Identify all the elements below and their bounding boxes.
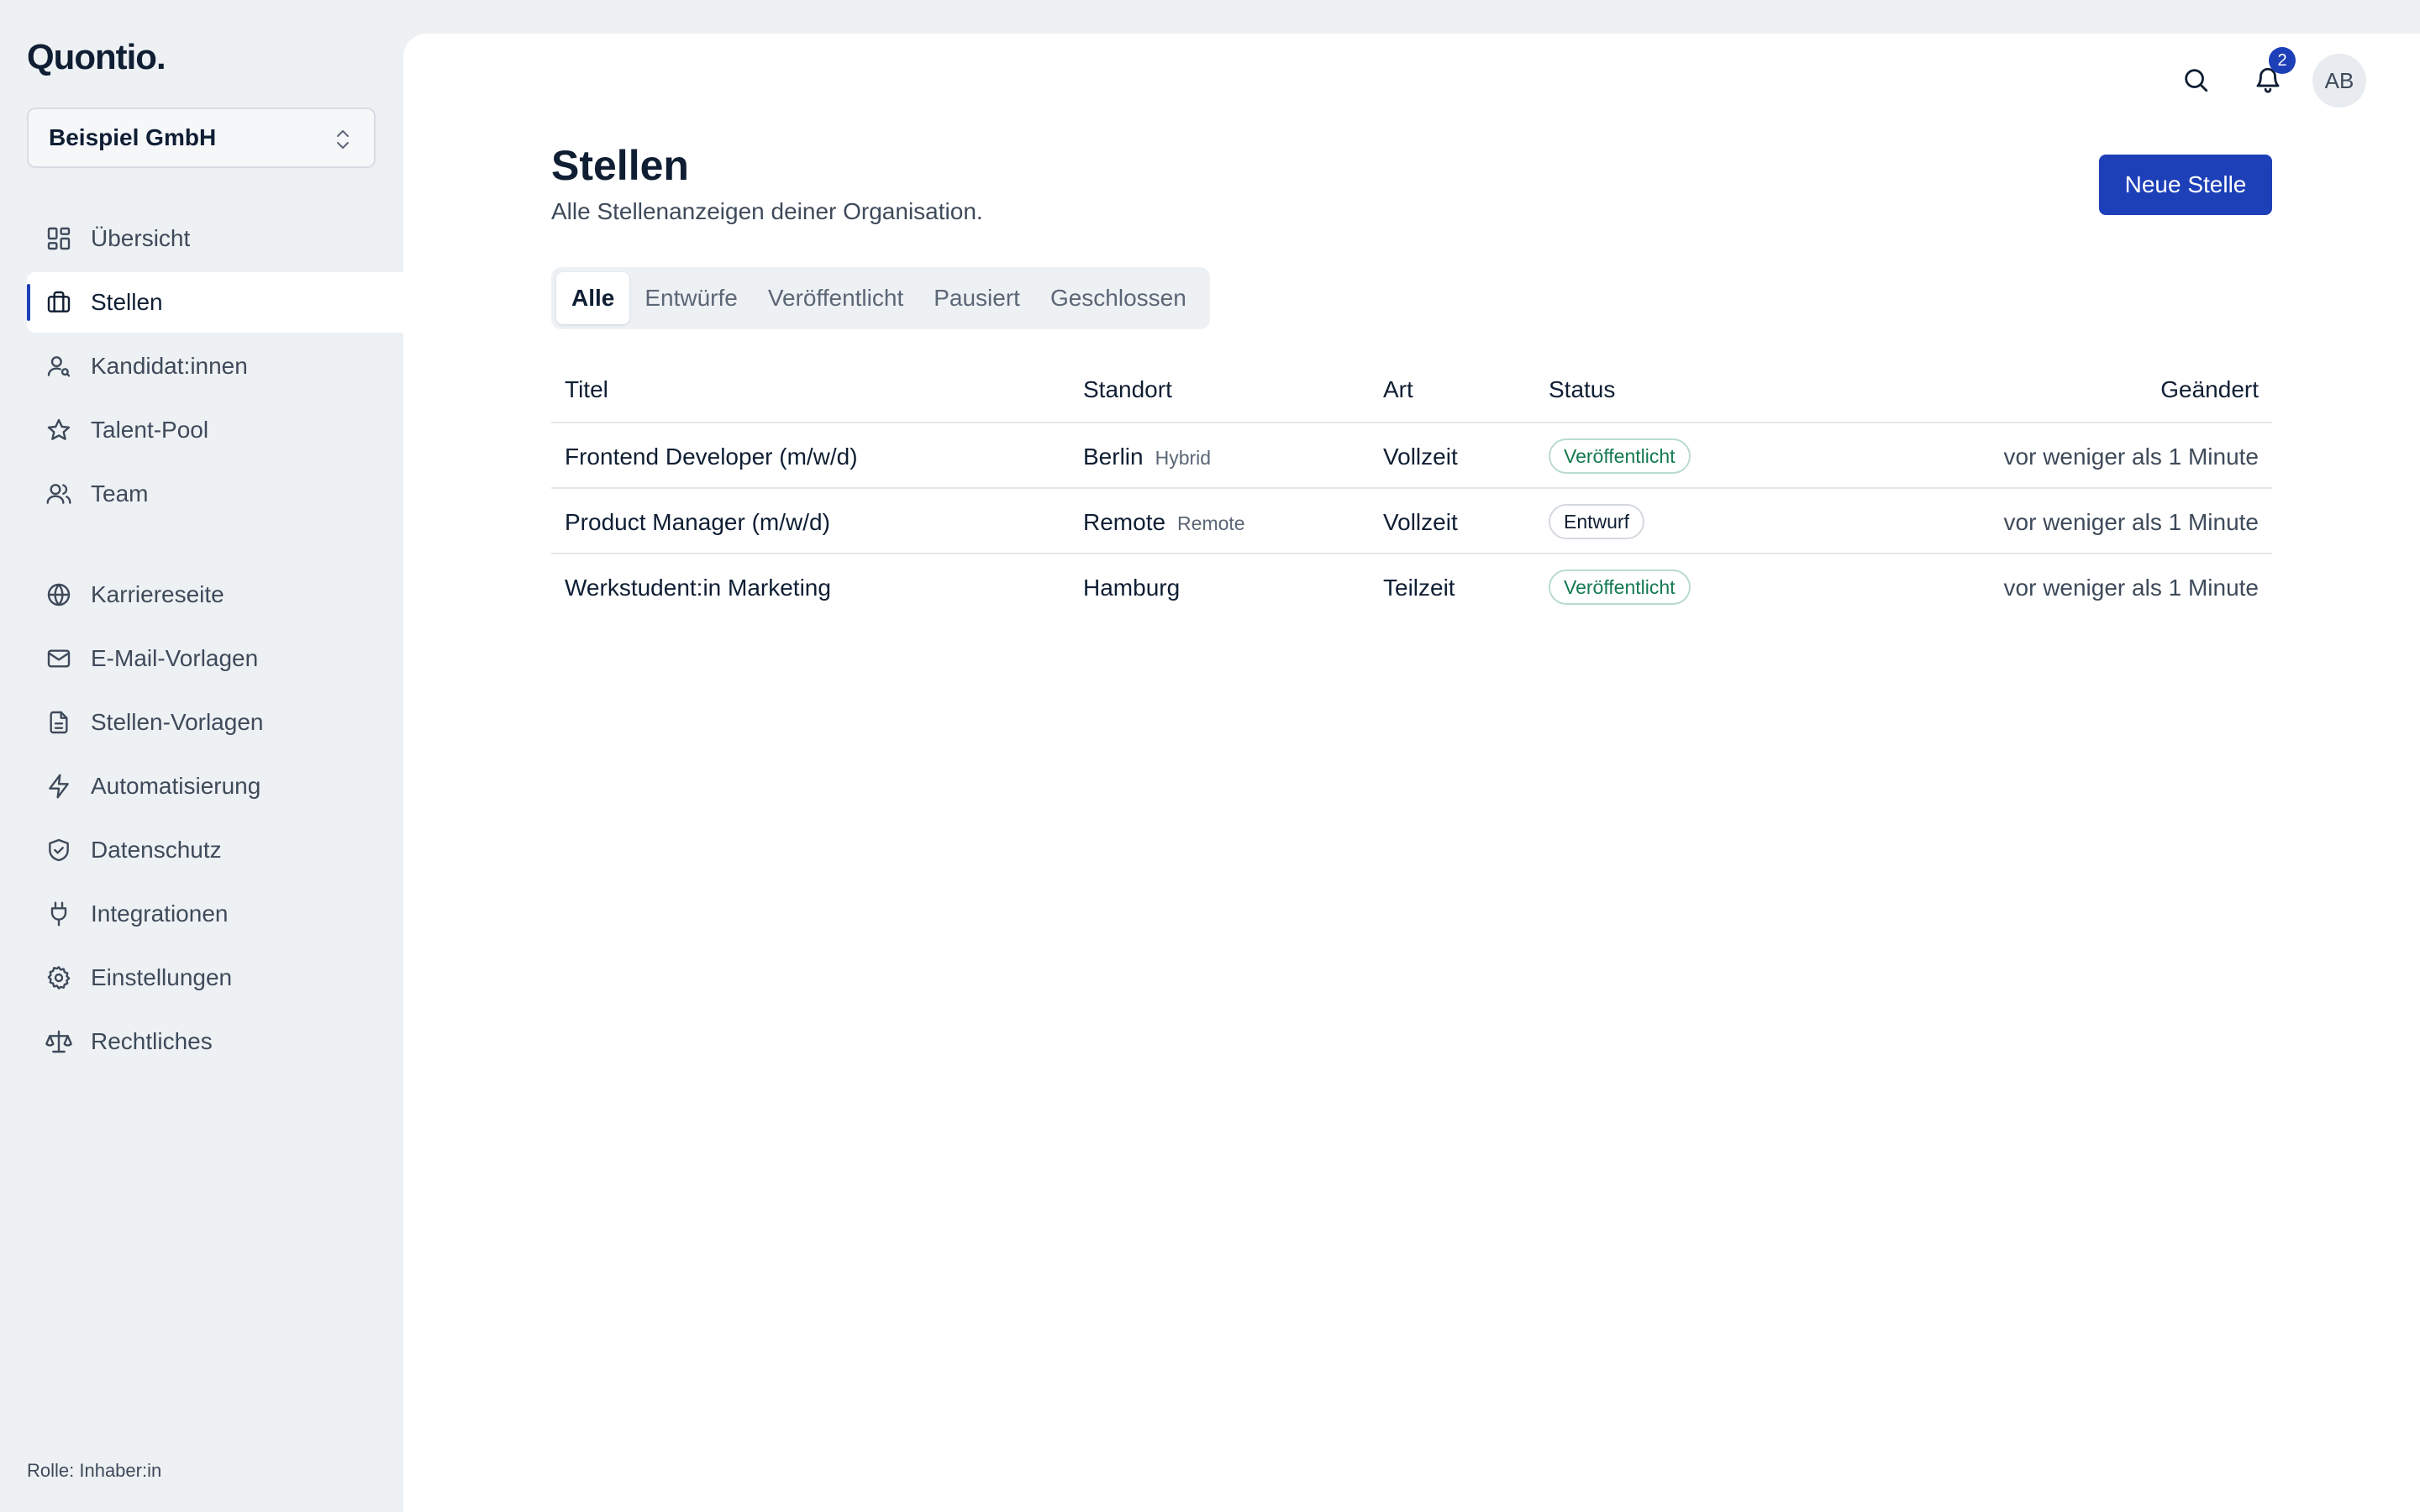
star-icon xyxy=(45,417,72,444)
job-changed: vor weniger als 1 Minute xyxy=(2003,575,2259,601)
sidebar-item-einstellungen[interactable]: Einstellungen xyxy=(27,948,403,1008)
table-row[interactable]: Werkstudent:in Marketing Hamburg Teilzei… xyxy=(551,554,2272,620)
page-subtitle: Alle Stellenanzeigen deiner Organisation… xyxy=(551,198,983,224)
job-title[interactable]: Product Manager (m/w/d) xyxy=(565,509,830,536)
globe-icon xyxy=(45,581,72,608)
sidebar-item-stellen[interactable]: Stellen xyxy=(27,272,403,333)
sidebar-item-team[interactable]: Team xyxy=(27,464,403,524)
tab-alle[interactable]: Alle xyxy=(556,272,630,324)
sidebar-item-rechtliches[interactable]: Rechtliches xyxy=(27,1011,403,1072)
job-location: Berlin Hybrid xyxy=(1083,444,1211,470)
work-mode: Remote xyxy=(1177,512,1245,534)
sidebar-item-label: Stellen xyxy=(91,289,163,315)
column-header-standort[interactable]: Standort xyxy=(1083,376,1172,403)
sidebar-item-label: Übersicht xyxy=(91,225,191,251)
sidebar-item-label: Team xyxy=(91,480,149,507)
column-header-art[interactable]: Art xyxy=(1383,376,1413,403)
sidebar-item-label: Datenschutz xyxy=(91,837,222,863)
sidebar-item-datenschutz[interactable]: Datenschutz xyxy=(27,820,403,880)
sidebar-item-stellen-vorlagen[interactable]: Stellen-Vorlagen xyxy=(27,692,403,753)
sidebar-item-automatisierung[interactable]: Automatisierung xyxy=(27,756,403,816)
mail-icon xyxy=(45,645,72,672)
sidebar-item-kandidatinnen[interactable]: Kandidat:innen xyxy=(27,336,403,396)
jobs-table: Titel Standort Art Status Geändert Front… xyxy=(551,360,2272,620)
tab-geschlossen[interactable]: Geschlossen xyxy=(1035,272,1202,324)
briefcase-icon xyxy=(45,289,72,316)
zap-icon xyxy=(45,773,72,800)
tab-veroeffentlicht[interactable]: Veröffentlicht xyxy=(753,272,918,324)
organization-select[interactable]: Beispiel GmbH xyxy=(27,108,376,168)
chevron-up-down-icon xyxy=(337,130,349,149)
work-mode: Hybrid xyxy=(1155,447,1212,469)
sidebar-item-label: Rechtliches xyxy=(91,1028,213,1054)
sidebar-item-talent-pool[interactable]: Talent-Pool xyxy=(27,400,403,460)
job-type: Vollzeit xyxy=(1383,509,1458,535)
notification-count-badge: 2 xyxy=(2269,47,2296,74)
column-header-titel[interactable]: Titel xyxy=(565,376,608,403)
job-changed: vor weniger als 1 Minute xyxy=(2003,444,2259,470)
users-icon xyxy=(45,480,72,507)
scale-icon xyxy=(45,1028,72,1055)
tab-entwuerfe[interactable]: Entwürfe xyxy=(629,272,753,324)
user-search-icon xyxy=(45,353,72,380)
sidebar-item-integrationen[interactable]: Integrationen xyxy=(27,884,403,944)
plug-icon xyxy=(45,900,72,927)
new-job-button[interactable]: Neue Stelle xyxy=(2099,155,2272,215)
tab-pausiert[interactable]: Pausiert xyxy=(918,272,1035,324)
table-row[interactable]: Product Manager (m/w/d) Remote Remote Vol… xyxy=(551,489,2272,554)
sidebar-item-label: Stellen-Vorlagen xyxy=(91,709,264,735)
app-logo[interactable]: Quontio. xyxy=(27,37,166,77)
column-header-geaendert[interactable]: Geändert xyxy=(2160,376,2259,403)
sidebar-item-label: Kandidat:innen xyxy=(91,353,248,379)
job-type: Vollzeit xyxy=(1383,444,1458,470)
location-city: Berlin xyxy=(1083,444,1144,470)
search-button[interactable] xyxy=(2181,66,2210,98)
status-badge: Veröffentlicht xyxy=(1549,438,1691,474)
location-city: Remote xyxy=(1083,509,1166,535)
job-title[interactable]: Werkstudent:in Marketing xyxy=(565,575,831,601)
status-badge: Entwurf xyxy=(1549,504,1644,539)
job-title[interactable]: Frontend Developer (m/w/d) xyxy=(565,444,858,470)
avatar[interactable]: AB xyxy=(2312,54,2366,108)
sidebar-item-label: Karriereseite xyxy=(91,581,224,607)
organization-name: Beispiel GmbH xyxy=(49,124,217,150)
sidebar-item-label: Automatisierung xyxy=(91,773,261,799)
dashboard-icon xyxy=(45,225,72,252)
column-header-status[interactable]: Status xyxy=(1549,376,1615,403)
gear-icon xyxy=(45,964,72,991)
sidebar-item-karriereseite[interactable]: Karriereseite xyxy=(27,564,403,625)
shield-check-icon xyxy=(45,837,72,864)
sidebar-item-uebersicht[interactable]: Übersicht xyxy=(27,208,403,269)
sidebar-item-label: Einstellungen xyxy=(91,964,233,990)
status-filter-tabs: Alle Entwürfe Veröffentlicht Pausiert Ge… xyxy=(551,267,1210,329)
sidebar-item-label: Talent-Pool xyxy=(91,417,209,443)
file-text-icon xyxy=(45,709,72,736)
sidebar-item-label: Integrationen xyxy=(91,900,229,927)
table-header: Titel Standort Art Status Geändert xyxy=(551,360,2272,423)
search-icon xyxy=(2185,69,2208,92)
job-changed: vor weniger als 1 Minute xyxy=(2003,509,2259,535)
location-city: Hamburg xyxy=(1083,575,1181,601)
status-badge: Veröffentlicht xyxy=(1549,570,1691,605)
main-panel xyxy=(403,34,2420,1512)
job-location: Remote Remote xyxy=(1083,509,1245,536)
sidebar-item-email-vorlagen[interactable]: E-Mail-Vorlagen xyxy=(27,628,403,689)
job-location: Hamburg xyxy=(1083,575,1180,601)
sidebar-item-label: E-Mail-Vorlagen xyxy=(91,645,259,671)
job-type: Teilzeit xyxy=(1383,575,1455,601)
user-role: Rolle: Inhaber:in xyxy=(27,1460,162,1481)
page-title: Stellen xyxy=(551,142,689,189)
sidebar: Quontio. Beispiel GmbH Übersicht Stellen… xyxy=(0,0,403,1512)
table-row[interactable]: Frontend Developer (m/w/d) Berlin Hybrid … xyxy=(551,423,2272,489)
